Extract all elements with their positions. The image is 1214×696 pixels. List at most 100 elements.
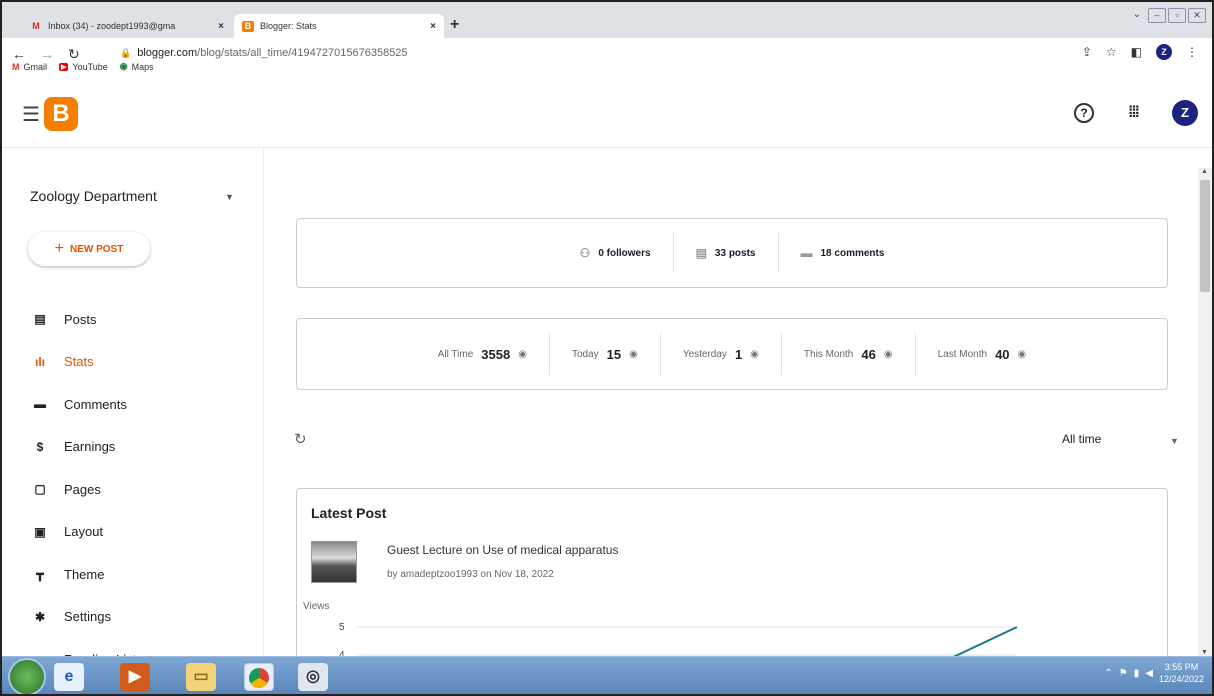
views-label: All Time <box>437 348 474 360</box>
sidebar-item-comments[interactable]: ▬ Comments <box>30 383 136 426</box>
followers-stat[interactable]: ⚇ 0 followers <box>558 233 673 273</box>
latest-post-title[interactable]: Guest Lecture on Use of medical apparatu… <box>387 543 618 557</box>
url-path: /blog/stats/all_time/4194727015676358525 <box>197 47 408 59</box>
latest-post-card: Latest Post Guest Lecture on Use of medi… <box>296 488 1168 669</box>
account-avatar[interactable]: Z <box>1172 100 1198 126</box>
address-bar-area: ← → ↻ 🔒 blogger.com/blog/stats/all_time/… <box>2 38 1212 80</box>
new-post-button[interactable]: + NEW POST <box>28 232 150 266</box>
eye-icon: ◉ <box>883 348 893 360</box>
bookmark-star-icon[interactable]: ☆ <box>1106 45 1117 59</box>
sidebar-item-settings[interactable]: ✱ Settings <box>30 596 136 639</box>
clock[interactable]: 3:55 PM 12/24/2022 <box>1159 661 1204 685</box>
kebab-menu-icon[interactable]: ⋮ <box>1186 45 1198 59</box>
stats-icon: ılı <box>34 354 45 369</box>
views-yesterday: Yesterday 1 ◉ <box>659 333 781 375</box>
stats-main: ⚇ 0 followers ▤ 33 posts ▬ 18 comments All … <box>264 148 1194 669</box>
sidebar-item-theme[interactable]: ┳ Theme <box>30 553 136 596</box>
lock-icon: 🔒 <box>120 47 132 58</box>
comments-label: 18 comments <box>820 247 885 259</box>
url-field[interactable]: 🔒 blogger.com/blog/stats/all_time/419472… <box>120 42 408 64</box>
summary-card: ⚇ 0 followers ▤ 33 posts ▬ 18 comments <box>296 218 1168 288</box>
range-select[interactable]: All time <box>1062 432 1101 446</box>
close-window-icon[interactable]: ✕ <box>1188 8 1206 23</box>
tab-blogger-stats[interactable]: B Blogger: Stats × <box>234 14 444 38</box>
bookmark-label: Maps <box>131 61 154 72</box>
views-card: All Time 3558 ◉ Today 15 ◉ Yesterday 1 ◉ This … <box>296 318 1168 390</box>
sidebar-item-label: Stats <box>64 354 94 370</box>
start-button[interactable] <box>10 660 44 694</box>
tab-search-icon[interactable]: ⌄ <box>1128 8 1146 23</box>
network-icon[interactable]: ▮ <box>1134 668 1140 679</box>
profile-avatar[interactable]: Z <box>1156 44 1172 60</box>
followers-label: 0 followers <box>598 247 651 259</box>
browser-tab-bar: M Inbox (34) - zoodept1993@gma × B Blogg… <box>2 2 1212 38</box>
chrome-icon[interactable] <box>244 663 274 691</box>
share-icon[interactable]: ⇪ <box>1082 45 1092 59</box>
views-last-month: Last Month 40 ◉ <box>914 333 1049 375</box>
eye-icon: ◉ <box>629 348 638 360</box>
close-icon[interactable]: × <box>218 21 224 32</box>
toolbar-right: ⇪ ☆ ◧ Z ⋮ <box>1082 44 1198 60</box>
posts-stat[interactable]: ▤ 33 posts <box>672 233 778 273</box>
dropdown-caret-icon[interactable]: ▼ <box>1170 436 1179 446</box>
apps-grid-icon[interactable]: ⁞⁞⁞ <box>1128 104 1140 122</box>
new-tab-button[interactable]: + <box>450 16 459 34</box>
flag-icon[interactable]: ⚑ <box>1119 668 1128 679</box>
refresh-icon[interactable]: ↻ <box>294 430 307 448</box>
views-this-month: This Month 46 ◉ <box>780 333 915 375</box>
sidebar-item-label: Theme <box>64 566 105 582</box>
sidebar-item-label: Earnings <box>64 439 116 455</box>
dollar-icon: $ <box>36 439 44 454</box>
bookmark-youtube[interactable]: ▶ YouTube <box>59 62 108 72</box>
followers-icon: ⚇ <box>579 246 591 260</box>
minimize-icon[interactable]: – <box>1148 8 1166 23</box>
volume-icon[interactable]: ◀ <box>1145 668 1153 679</box>
windows-taskbar: e ▶ ▭ ◎ ⌃ ⚑ ▮ ◀ 3:55 PM 12/24/2022 <box>2 656 1212 694</box>
views-today: Today 15 ◉ <box>548 333 660 375</box>
sidepanel-icon[interactable]: ◧ <box>1131 45 1142 59</box>
sidebar-item-stats[interactable]: ılı Stats <box>30 341 136 384</box>
views-value: 3558 <box>481 346 511 362</box>
window-controls: ⌄ – ▫ ✕ <box>1128 8 1206 23</box>
scroll-down-icon[interactable]: ▼ <box>1201 649 1208 656</box>
views-label: Yesterday <box>682 348 727 360</box>
sidebar-item-pages[interactable]: ▢ Pages <box>30 468 136 511</box>
tab-gmail[interactable]: M Inbox (34) - zoodept1993@gma × <box>22 14 232 38</box>
hamburger-menu-icon[interactable]: ☰ <box>22 102 40 127</box>
bookmarks-bar: M Gmail ▶ YouTube ◉ Maps <box>12 61 154 72</box>
sidebar-nav: ▤ Posts ılı Stats ▬ Comments $ Earnings ▢ Pag… <box>30 298 136 681</box>
comments-stat[interactable]: ▬ 18 comments <box>777 233 907 273</box>
layout-icon: ▣ <box>34 524 46 539</box>
gmail-icon: M <box>12 61 20 72</box>
help-icon[interactable]: ? <box>1074 103 1095 123</box>
blogger-icon: B <box>242 20 254 32</box>
app-icon[interactable]: ◎ <box>298 663 328 691</box>
clock-date: 12/24/2022 <box>1158 674 1204 684</box>
theme-icon: ┳ <box>36 567 44 582</box>
sidebar-item-label: Settings <box>64 609 111 625</box>
eye-icon: ◉ <box>518 348 527 360</box>
scroll-up-icon[interactable]: ▲ <box>1201 168 1208 175</box>
bookmark-gmail[interactable]: M Gmail <box>12 62 47 72</box>
close-icon[interactable]: × <box>430 21 436 32</box>
sidebar-item-label: Posts <box>64 311 97 327</box>
scrollbar-thumb[interactable] <box>1200 180 1210 292</box>
sidebar-item-earnings[interactable]: $ Earnings <box>30 426 136 469</box>
bookmark-maps[interactable]: ◉ Maps <box>120 61 154 72</box>
ie-icon[interactable]: e <box>54 663 84 691</box>
header-actions: ? ⁞⁞⁞ Z <box>1074 100 1198 126</box>
tab-label: Inbox (34) - zoodept1993@gma <box>48 21 176 31</box>
scrollbar[interactable]: ▲ ▼ <box>1198 168 1212 656</box>
tray-arrow-icon[interactable]: ⌃ <box>1104 668 1112 679</box>
sidebar-item-layout[interactable]: ▣ Layout <box>30 511 136 554</box>
new-post-label: NEW POST <box>70 243 124 255</box>
media-player-icon[interactable]: ▶ <box>120 663 150 691</box>
maximize-icon[interactable]: ▫ <box>1168 8 1186 23</box>
blogger-logo[interactable]: B <box>44 97 78 131</box>
tab-label: Blogger: Stats <box>260 21 317 31</box>
sidebar-item-posts[interactable]: ▤ Posts <box>30 298 136 341</box>
explorer-icon[interactable]: ▭ <box>186 663 216 691</box>
dropdown-caret-icon[interactable]: ▼ <box>225 192 234 202</box>
post-thumbnail[interactable] <box>311 541 357 583</box>
blog-selector[interactable]: Zoology Department <box>30 188 157 204</box>
